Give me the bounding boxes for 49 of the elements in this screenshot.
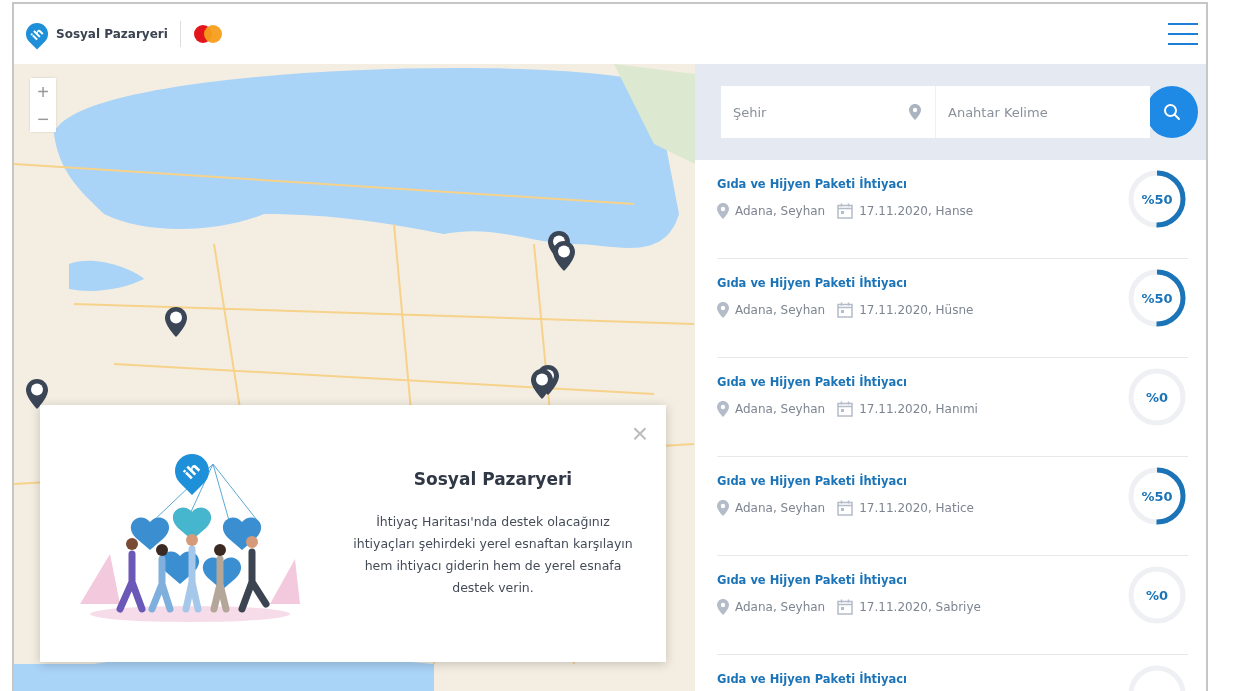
search-icon [1163, 103, 1181, 121]
date-text: 17.11.2020, Hanımi [859, 402, 978, 416]
zoom-out-button[interactable]: − [30, 105, 56, 132]
city-field[interactable]: Şehir [721, 86, 935, 138]
need-title-link[interactable]: Gıda ve Hijyen Paketi İhtiyacı [717, 672, 908, 686]
need-title-link[interactable]: Gıda ve Hijyen Paketi İhtiyacı [717, 474, 974, 488]
menu-icon[interactable] [1168, 22, 1198, 46]
date-text: 17.11.2020, Sabriye [859, 600, 981, 614]
date-text: 17.11.2020, Hanse [859, 204, 974, 218]
progress-ring [1126, 168, 1188, 230]
need-title-link[interactable]: Gıda ve Hijyen Paketi İhtiyacı [717, 375, 978, 389]
location-text: Adana, Seyhan [735, 600, 826, 614]
popup-description: İhtiyaç Haritası'nda destek olacağınız ihtiyaçları şehirdeki yerel esnaftan karşılayın hem ihtiyacı giderin hem de yerel esnafa destek verin. [352, 512, 634, 597]
map-marker-icon[interactable] [25, 378, 49, 410]
location-pin-icon [717, 203, 729, 219]
circles-logo-icon [192, 24, 223, 44]
keyword-field[interactable]: Anahtar Kelime [935, 86, 1150, 138]
progress-ring [1126, 267, 1188, 329]
calendar-icon [837, 599, 854, 615]
calendar-icon [837, 401, 854, 417]
progress-ring [1126, 465, 1188, 527]
map-markers-icon[interactable] [547, 230, 576, 272]
calendar-icon [837, 302, 854, 318]
progress-percent: %50 [1141, 191, 1173, 207]
location-text: Adana, Seyhan [735, 402, 826, 416]
popup-title: Sosyal Pazaryeri [413, 468, 573, 489]
need-title-link[interactable]: Gıda ve Hijyen Paketi İhtiyacı [717, 573, 981, 587]
map-markers-icon[interactable] [530, 364, 560, 400]
calendar-icon [837, 203, 854, 219]
progress-percent: %50 [1141, 290, 1173, 306]
location-pin-icon [717, 500, 729, 516]
progress-percent: %0 [1145, 389, 1169, 405]
zoom-in-button[interactable]: + [30, 78, 56, 105]
date-text: 17.11.2020, Hatice [859, 501, 974, 515]
brand-name: Sosyal Pazaryeri [56, 27, 168, 41]
location-pin-icon [717, 401, 729, 417]
location-pin-icon [909, 104, 921, 120]
map-marker-icon[interactable] [164, 306, 188, 338]
need-title-link[interactable]: Gıda ve Hijyen Paketi İhtiyacı [717, 177, 974, 191]
location-text: Adana, Seyhan [735, 501, 826, 515]
location-text: Adana, Seyhan [735, 204, 826, 218]
need-title-link[interactable]: Gıda ve Hijyen Paketi İhtiyacı [717, 276, 974, 290]
progress-percent: %50 [1141, 488, 1173, 504]
location-pin-icon [717, 599, 729, 615]
calendar-icon [837, 500, 854, 516]
location-pin-icon [717, 302, 729, 318]
progress-percent: %0 [1145, 587, 1169, 603]
date-text: 17.11.2020, Hüsne [859, 303, 974, 317]
location-text: Adana, Seyhan [735, 303, 826, 317]
